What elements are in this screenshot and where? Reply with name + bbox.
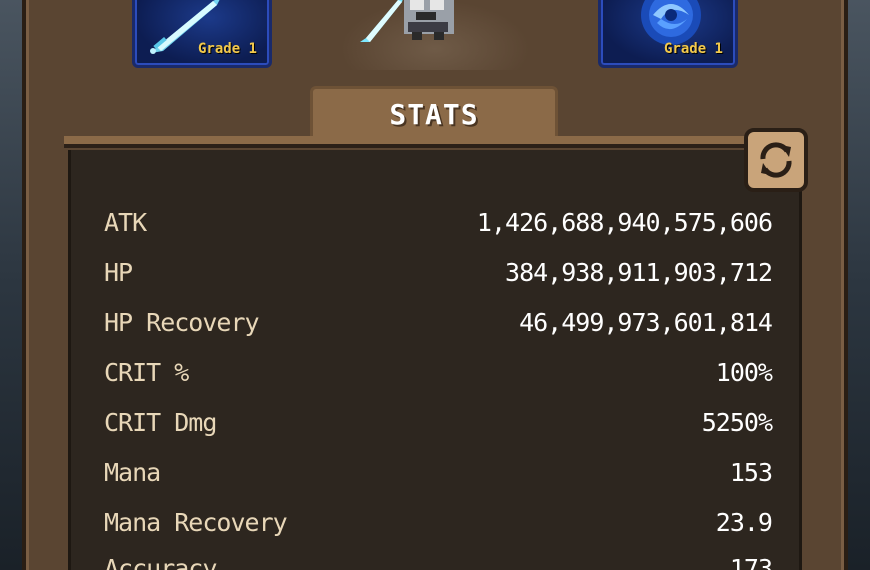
stat-value: 100% xyxy=(715,357,773,387)
stat-value: 23.9 xyxy=(715,507,773,537)
accessory-grade: Grade 1 xyxy=(663,41,723,57)
panel-header-bar xyxy=(64,136,806,148)
refresh-button[interactable] xyxy=(744,128,808,192)
stat-value: 1,426,688,940,575,606 xyxy=(476,207,773,237)
stat-label: Mana Recovery xyxy=(104,507,288,537)
stat-row-atk: ATK 1,426,688,940,575,606 xyxy=(104,202,773,242)
stat-row-hp: HP 384,938,911,903,712 xyxy=(104,252,773,292)
background-right xyxy=(848,0,870,570)
stat-row-mana: Mana 153 xyxy=(104,452,773,492)
stat-label: HP xyxy=(104,257,133,287)
stat-row-hp-recovery: HP Recovery 46,499,973,601,814 xyxy=(104,302,773,342)
stat-label: CRIT % xyxy=(104,357,189,387)
stat-row-accuracy: Accuracy 173 xyxy=(104,548,773,570)
stat-row-mana-recovery: Mana Recovery 23.9 xyxy=(104,502,773,542)
stat-label: Mana xyxy=(104,457,161,487)
stat-value: 5250% xyxy=(701,407,773,437)
stat-row-crit-rate: CRIT % 100% xyxy=(104,352,773,392)
weapon-grade: Grade 1 xyxy=(197,41,257,57)
stat-label: Accuracy xyxy=(104,553,217,570)
stat-label: CRIT Dmg xyxy=(104,407,217,437)
stat-value: 173 xyxy=(729,553,773,570)
refresh-icon xyxy=(760,142,792,178)
tab-stats[interactable]: STATS xyxy=(310,86,558,140)
stat-label: ATK xyxy=(104,207,147,237)
knight-icon xyxy=(360,0,454,42)
background-left xyxy=(0,0,22,570)
weapon-slot[interactable]: Grade 1 xyxy=(132,0,272,68)
stat-value: 46,499,973,601,814 xyxy=(519,307,773,337)
stat-label: HP Recovery xyxy=(104,307,260,337)
stat-value: 384,938,911,903,712 xyxy=(505,257,773,287)
stat-value: 153 xyxy=(729,457,773,487)
stat-row-crit-dmg: CRIT Dmg 5250% xyxy=(104,402,773,442)
accessory-slot[interactable]: Grade 1 xyxy=(598,0,738,68)
hero-character xyxy=(340,0,530,70)
tab-stats-label: STATS xyxy=(389,98,479,131)
